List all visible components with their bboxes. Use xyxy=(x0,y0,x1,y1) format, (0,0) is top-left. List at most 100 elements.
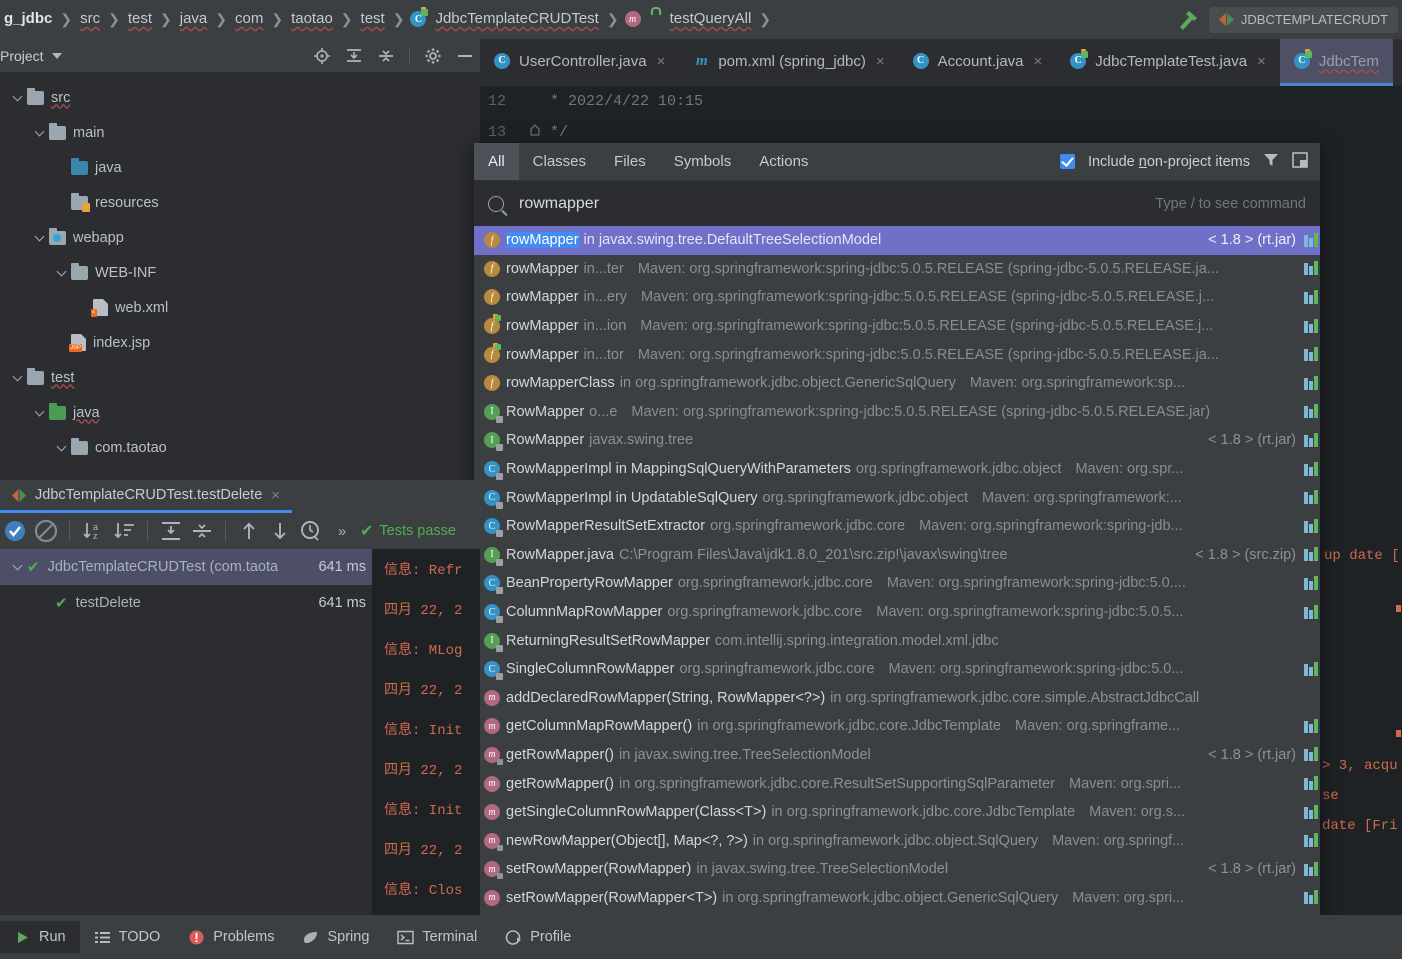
search-tab-files[interactable]: Files xyxy=(600,143,660,180)
tree-node-test[interactable]: test xyxy=(0,360,480,395)
search-result-row[interactable]: I RowMapper javax.swing.tree < 1.8 > (rt.ja… xyxy=(474,426,1320,455)
search-result-row[interactable]: C RowMapperImpl in MappingSqlQueryWithPar… xyxy=(474,455,1320,484)
chevron-down-icon[interactable] xyxy=(32,406,46,416)
search-result-row[interactable]: m setRowMapper(RowMapper<T>) in org.spring… xyxy=(474,884,1320,913)
tree-node-java[interactable]: java xyxy=(0,395,480,430)
search-result-row[interactable]: m getRowMapper() in javax.swing.tree.TreeS… xyxy=(474,741,1320,770)
run-configuration-selector[interactable]: JDBCTEMPLATECRUDT xyxy=(1208,6,1398,33)
breadcrumb-item-4[interactable]: com ❯ xyxy=(231,0,287,39)
search-result-row[interactable]: C SingleColumnRowMapper org.springframewor… xyxy=(474,655,1320,684)
close-icon[interactable]: × xyxy=(876,53,885,70)
include-non-project-checkbox[interactable] xyxy=(1059,154,1075,169)
tree-node-web-xml[interactable]: < web.xml xyxy=(0,290,480,325)
editor-tab-4[interactable]: C JdbcTem xyxy=(1279,39,1393,86)
chevron-down-icon[interactable] xyxy=(10,91,24,101)
breadcrumb-item-6[interactable]: test ❯ xyxy=(357,0,409,39)
chevron-down-icon[interactable] xyxy=(32,231,46,241)
more-icon[interactable]: » xyxy=(329,518,355,544)
filter-icon[interactable] xyxy=(1263,152,1279,171)
search-result-row[interactable]: f rowMapper in javax.swing.tree.DefaultTre… xyxy=(474,226,1320,255)
test-results-tree[interactable]: ✔ JdbcTemplateCRUDTest (com.taota 641 ms ✔ t… xyxy=(0,549,372,915)
tree-node-webapp[interactable]: webapp xyxy=(0,220,480,255)
tree-node-java[interactable]: java xyxy=(0,150,480,185)
search-result-row[interactable]: f rowMapper in...ery Maven: org.springframe… xyxy=(474,283,1320,312)
preview-panel-icon[interactable] xyxy=(1292,152,1308,171)
editor-tab-0[interactable]: C UserController.java × xyxy=(480,39,679,86)
search-result-row[interactable]: f rowMapperClass in org.springframework.jd… xyxy=(474,369,1320,398)
tree-node-index-jsp[interactable]: JSP index.jsp xyxy=(0,325,480,360)
chevron-down-icon[interactable] xyxy=(10,560,24,571)
close-icon[interactable]: × xyxy=(271,487,280,504)
test-tree-row[interactable]: ✔ testDelete 641 ms xyxy=(0,585,372,621)
search-result-row[interactable]: f rowMapper in...ion Maven: org.springframe… xyxy=(474,312,1320,341)
breadcrumb-item-8[interactable]: m testQueryAll ❯ xyxy=(623,0,775,39)
editor-tab-3[interactable]: C JdbcTemplateTest.java × xyxy=(1056,39,1280,86)
build-hammer-icon[interactable] xyxy=(1175,7,1201,33)
tree-node-src[interactable]: src xyxy=(0,80,480,115)
search-tab-classes[interactable]: Classes xyxy=(519,143,600,180)
breadcrumb-item-3[interactable]: java ❯ xyxy=(176,0,231,39)
breadcrumb-item-7[interactable]: C JdbcTemplateCRUDTest ❯ xyxy=(408,0,622,39)
search-result-row[interactable]: C RowMapperResultSetExtractor org.springfr… xyxy=(474,512,1320,541)
stop-icon[interactable] xyxy=(33,518,59,544)
breadcrumb-item-2[interactable]: test ❯ xyxy=(124,0,176,39)
test-tree-row[interactable]: ✔ JdbcTemplateCRUDTest (com.taota 641 ms xyxy=(0,549,372,585)
search-result-row[interactable]: I RowMapper.java C:\Program Files\Java\jdk… xyxy=(474,541,1320,570)
search-result-row[interactable]: m getColumnMapRowMapper() in org.springfra… xyxy=(474,712,1320,741)
search-result-row[interactable]: C BeanPropertyRowMapper org.springframewor… xyxy=(474,569,1320,598)
statusbar-item-problems[interactable]: Problems xyxy=(174,921,288,953)
sort-alpha-icon[interactable]: az xyxy=(80,518,106,544)
search-result-row[interactable]: m setRowMapper(RowMapper) in javax.swing.t… xyxy=(474,855,1320,884)
search-result-row[interactable]: m addDeclaredRowMapper(String, RowMapper<… xyxy=(474,684,1320,713)
statusbar-item-todo[interactable]: TODO xyxy=(80,921,175,953)
breadcrumb-item-1[interactable]: src ❯ xyxy=(76,0,124,39)
gear-icon[interactable] xyxy=(424,47,442,65)
search-input[interactable] xyxy=(517,193,1156,214)
expand-all-icon[interactable] xyxy=(345,47,363,65)
breadcrumb-item-0[interactable]: g_jdbc ❯ xyxy=(0,0,76,39)
search-result-row[interactable]: f rowMapper in...ter Maven: org.springframe… xyxy=(474,255,1320,284)
search-result-row[interactable]: f rowMapper in...tor Maven: org.springframe… xyxy=(474,340,1320,369)
statusbar-item-run[interactable]: Run xyxy=(0,921,80,953)
close-icon[interactable]: × xyxy=(657,53,666,70)
search-result-row[interactable]: I RowMapper o...e Maven: org.springframewor… xyxy=(474,398,1320,427)
statusbar-item-profile[interactable]: Profile xyxy=(491,921,585,953)
editor-tab-2[interactable]: C Account.java × xyxy=(899,39,1057,86)
tree-node-com-taotao[interactable]: com.taotao xyxy=(0,430,480,465)
error-stripe-marker[interactable] xyxy=(1396,730,1401,737)
search-tab-symbols[interactable]: Symbols xyxy=(660,143,746,180)
chevron-down-icon[interactable] xyxy=(32,126,46,136)
locate-icon[interactable] xyxy=(313,47,331,65)
breadcrumb-item-5[interactable]: taotao ❯ xyxy=(287,0,356,39)
chevron-down-icon[interactable] xyxy=(54,441,68,451)
search-result-row[interactable]: C ColumnMapRowMapper org.springframework.j… xyxy=(474,598,1320,627)
tree-node-resources[interactable]: resources xyxy=(0,185,480,220)
editor-tab-1[interactable]: m pom.xml (spring_jdbc) × xyxy=(679,39,898,86)
rerun-icon[interactable] xyxy=(2,518,28,544)
run-tab[interactable]: JdbcTemplateCRUDTest.testDelete × xyxy=(0,480,293,513)
search-result-row[interactable]: m getSingleColumnRowMapper(Class<T>) in or… xyxy=(474,798,1320,827)
search-tab-all[interactable]: All xyxy=(474,143,519,180)
collapse-all-icon[interactable] xyxy=(377,47,395,65)
project-panel-title[interactable]: Project xyxy=(0,48,44,64)
search-result-row[interactable]: m newRowMapper(Object[], Map<?, ?>) in org… xyxy=(474,826,1320,855)
chevron-down-icon[interactable] xyxy=(54,266,68,276)
search-result-row[interactable]: m getRowMapper() in org.springframework.jd… xyxy=(474,769,1320,798)
search-result-row[interactable]: I ReturningResultSetRowMapper com.intellij… xyxy=(474,626,1320,655)
include-non-project-label[interactable]: Include non-project items xyxy=(1088,154,1250,170)
next-failed-icon[interactable] xyxy=(267,518,293,544)
statusbar-item-terminal[interactable]: Terminal xyxy=(383,921,491,953)
prev-failed-icon[interactable] xyxy=(236,518,262,544)
search-tab-actions[interactable]: Actions xyxy=(745,143,822,180)
hide-panel-icon[interactable] xyxy=(456,47,474,65)
tree-node-web-inf[interactable]: WEB-INF xyxy=(0,255,480,290)
history-icon[interactable] xyxy=(298,518,324,544)
search-result-row[interactable]: C RowMapperImpl in UpdatableSqlQuery org.s… xyxy=(474,483,1320,512)
statusbar-item-spring[interactable]: Spring xyxy=(288,921,383,953)
sort-duration-icon[interactable] xyxy=(111,518,137,544)
chevron-down-icon[interactable] xyxy=(10,371,24,381)
tree-node-main[interactable]: main xyxy=(0,115,480,150)
run-console[interactable]: 信息: Refr 四月 22, 2 信息: MLog 四月 22, 2 信息: Init… xyxy=(372,549,480,915)
error-stripe-marker[interactable] xyxy=(1396,605,1401,612)
close-icon[interactable]: × xyxy=(1034,53,1043,70)
